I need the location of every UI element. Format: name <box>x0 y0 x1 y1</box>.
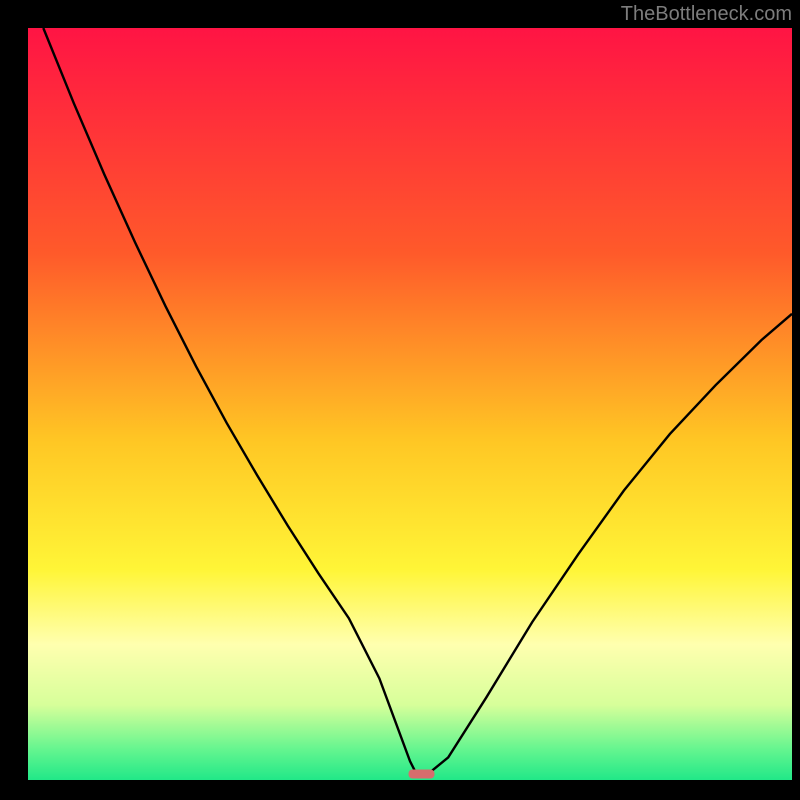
watermark: TheBottleneck.com <box>621 3 792 25</box>
optimal-marker <box>409 770 435 779</box>
bottleneck-chart: TheBottleneck.com <box>0 0 800 800</box>
plot-area <box>28 28 792 780</box>
gradient-background <box>28 28 792 780</box>
